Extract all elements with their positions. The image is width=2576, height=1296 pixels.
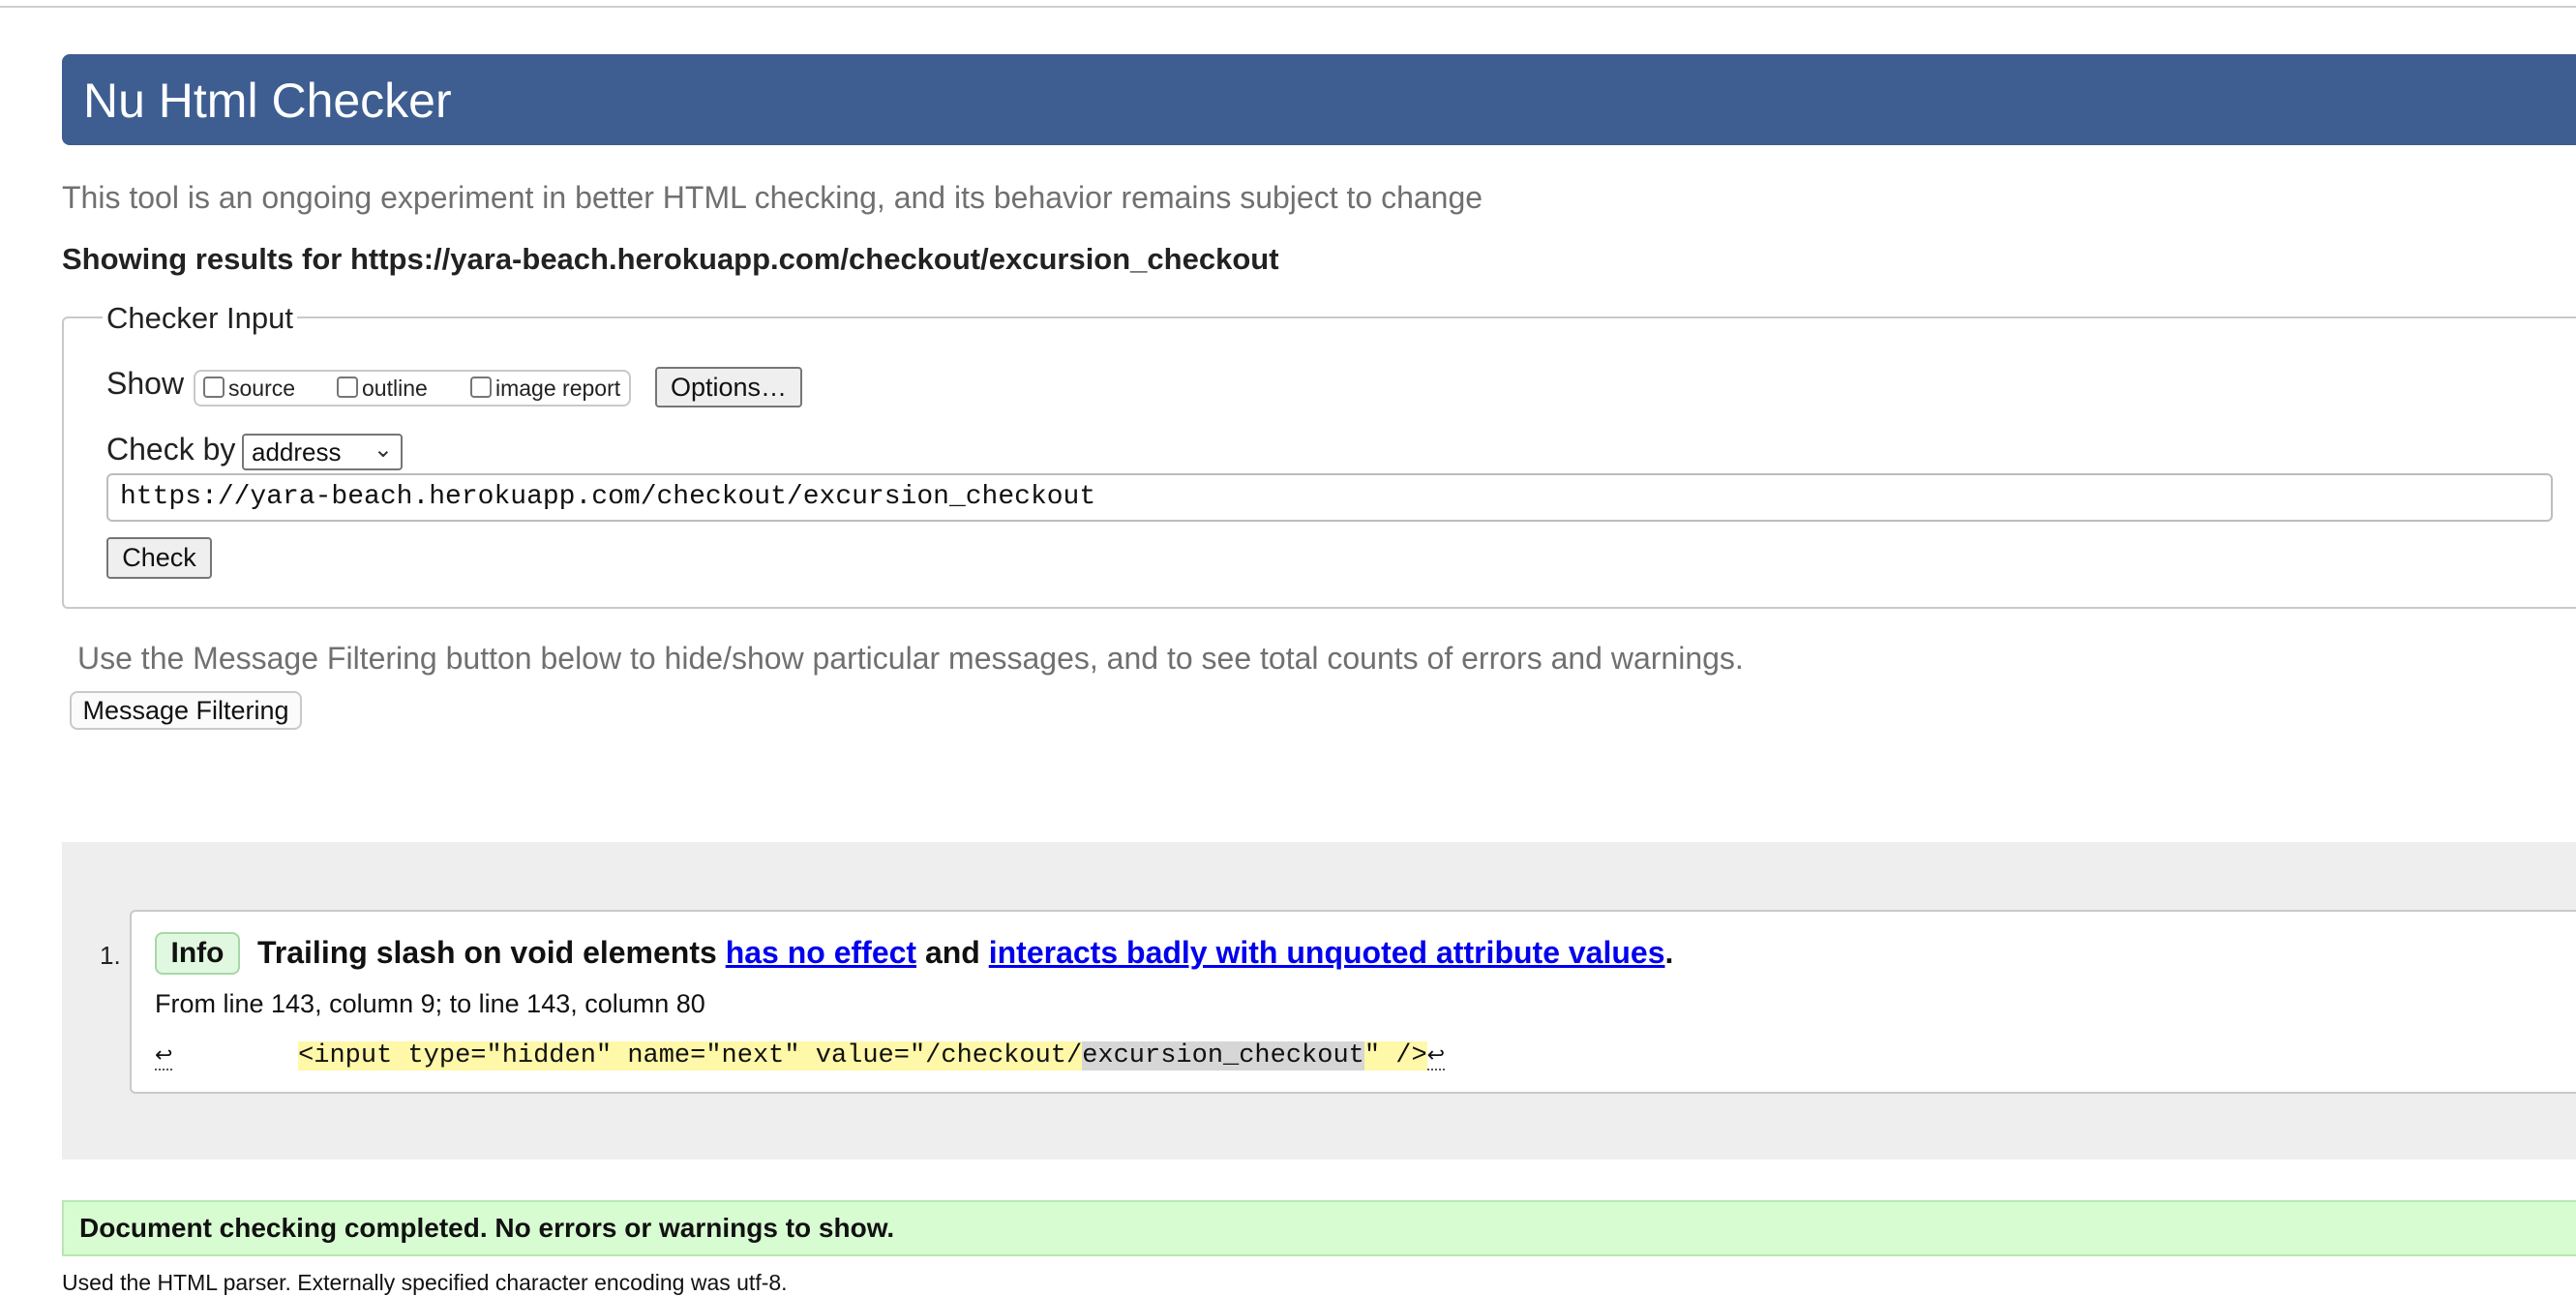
message-text-middle: and: [916, 935, 989, 970]
outline-checkbox-label: outline: [362, 376, 428, 401]
extract-highlight: <input type="hidden" name="next" value="…: [298, 1041, 1083, 1070]
showing-results-heading: Showing results for https://yara-beach.h…: [62, 242, 1279, 276]
parser-note: Used the HTML parser. Externally specifi…: [62, 1270, 788, 1295]
check-by-label: Check by: [106, 432, 236, 467]
message-text: Trailing slash on void elements has no e…: [257, 935, 1673, 971]
outline-checkbox-item[interactable]: outline: [337, 376, 428, 402]
extract-highlight-end: " />: [1363, 1041, 1427, 1070]
completion-status: Document checking completed. No errors o…: [62, 1200, 2576, 1256]
line-feed-icon: ↩: [155, 1044, 173, 1070]
source-checkbox-label: source: [228, 376, 296, 401]
page-title: Nu Html Checker: [83, 74, 452, 128]
show-options-group: source outline image report: [194, 370, 631, 407]
image-report-checkbox-label: image report: [495, 376, 621, 401]
image-report-checkbox-item[interactable]: image report: [470, 376, 620, 402]
options-button[interactable]: Options…: [655, 367, 802, 407]
code-extract: ↩ <input type="hidden" name="next" value…: [155, 1038, 1446, 1074]
check-by-selected-value: address: [252, 437, 342, 467]
check-by-select[interactable]: address ⌄: [242, 434, 403, 470]
chevron-down-icon: ⌄: [373, 437, 393, 463]
extract-error-highlight: excursion_checkout: [1082, 1041, 1364, 1070]
check-button[interactable]: Check: [106, 537, 212, 579]
message-text-start: Trailing slash on void elements: [257, 935, 726, 970]
checker-input-legend: Checker Input: [103, 301, 297, 336]
message-location: From line 143, column 9; to line 143, co…: [155, 989, 705, 1018]
show-label: Show: [106, 366, 185, 401]
message-filtering-hint: Use the Message Filtering button below t…: [77, 641, 1744, 676]
header-banner: Nu Html Checker: [62, 54, 2576, 145]
image-report-checkbox[interactable]: [470, 377, 492, 398]
unquoted-attribute-values-link[interactable]: interacts badly with unquoted attribute …: [989, 935, 1665, 970]
outline-checkbox[interactable]: [337, 377, 358, 398]
message-text-end: .: [1664, 935, 1674, 970]
line-feed-icon: ↩: [1426, 1044, 1446, 1070]
message-number: 1.: [100, 941, 121, 970]
url-input[interactable]: https://yara-beach.herokuapp.com/checkou…: [106, 473, 2553, 522]
message-filtering-button[interactable]: Message Filtering: [70, 691, 302, 730]
extract-indent: [172, 1041, 298, 1070]
checker-input-fieldset: Checker Input: [62, 301, 2576, 609]
top-divider: [0, 6, 2576, 8]
source-checkbox-item[interactable]: source: [203, 376, 295, 402]
has-no-effect-link[interactable]: has no effect: [726, 935, 916, 970]
tagline: This tool is an ongoing experiment in be…: [62, 180, 1483, 215]
info-badge: Info: [155, 932, 240, 975]
source-checkbox[interactable]: [203, 377, 225, 398]
